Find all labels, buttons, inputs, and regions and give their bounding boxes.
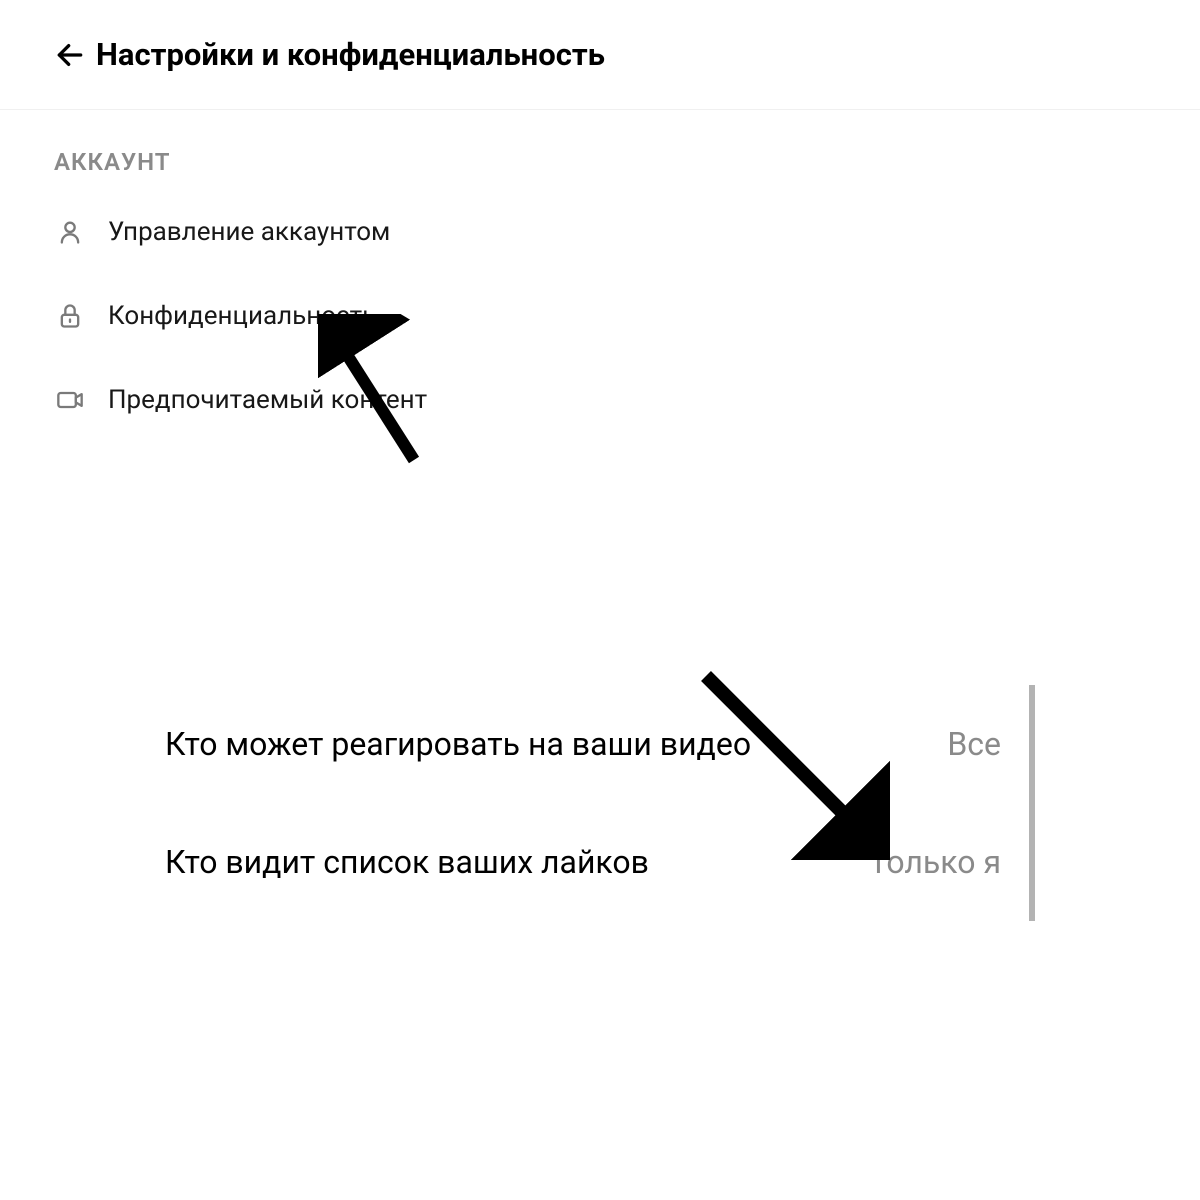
- menu-item-preferred-content[interactable]: Предпочитаемый контент: [0, 358, 1200, 442]
- person-icon: [54, 216, 86, 248]
- privacy-panel: Кто может реагировать на ваши видео Все …: [155, 685, 1035, 921]
- menu-label: Предпочитаемый контент: [108, 385, 427, 415]
- privacy-value: Все: [947, 725, 1001, 763]
- back-button[interactable]: [54, 39, 86, 71]
- privacy-value: Только я: [869, 843, 1001, 881]
- privacy-row-likes-visibility[interactable]: Кто видит список ваших лайков Только я: [155, 803, 1011, 921]
- menu-label: Конфиденциальность: [108, 301, 376, 331]
- page-title: Настройки и конфиденциальность: [96, 36, 605, 73]
- privacy-row-reactions[interactable]: Кто может реагировать на ваши видео Все: [155, 685, 1011, 803]
- menu-item-account-management[interactable]: Управление аккаунтом: [0, 190, 1200, 274]
- privacy-label: Кто видит список ваших лайков: [165, 843, 649, 881]
- arrow-left-icon: [54, 39, 86, 71]
- header: Настройки и конфиденциальность: [0, 0, 1200, 110]
- menu-label: Управление аккаунтом: [108, 217, 390, 247]
- privacy-label: Кто может реагировать на ваши видео: [165, 725, 751, 763]
- section-label-account: АККАУНТ: [0, 110, 1200, 190]
- lock-icon: [54, 300, 86, 332]
- video-icon: [54, 384, 86, 416]
- menu-item-privacy[interactable]: Конфиденциальность: [0, 274, 1200, 358]
